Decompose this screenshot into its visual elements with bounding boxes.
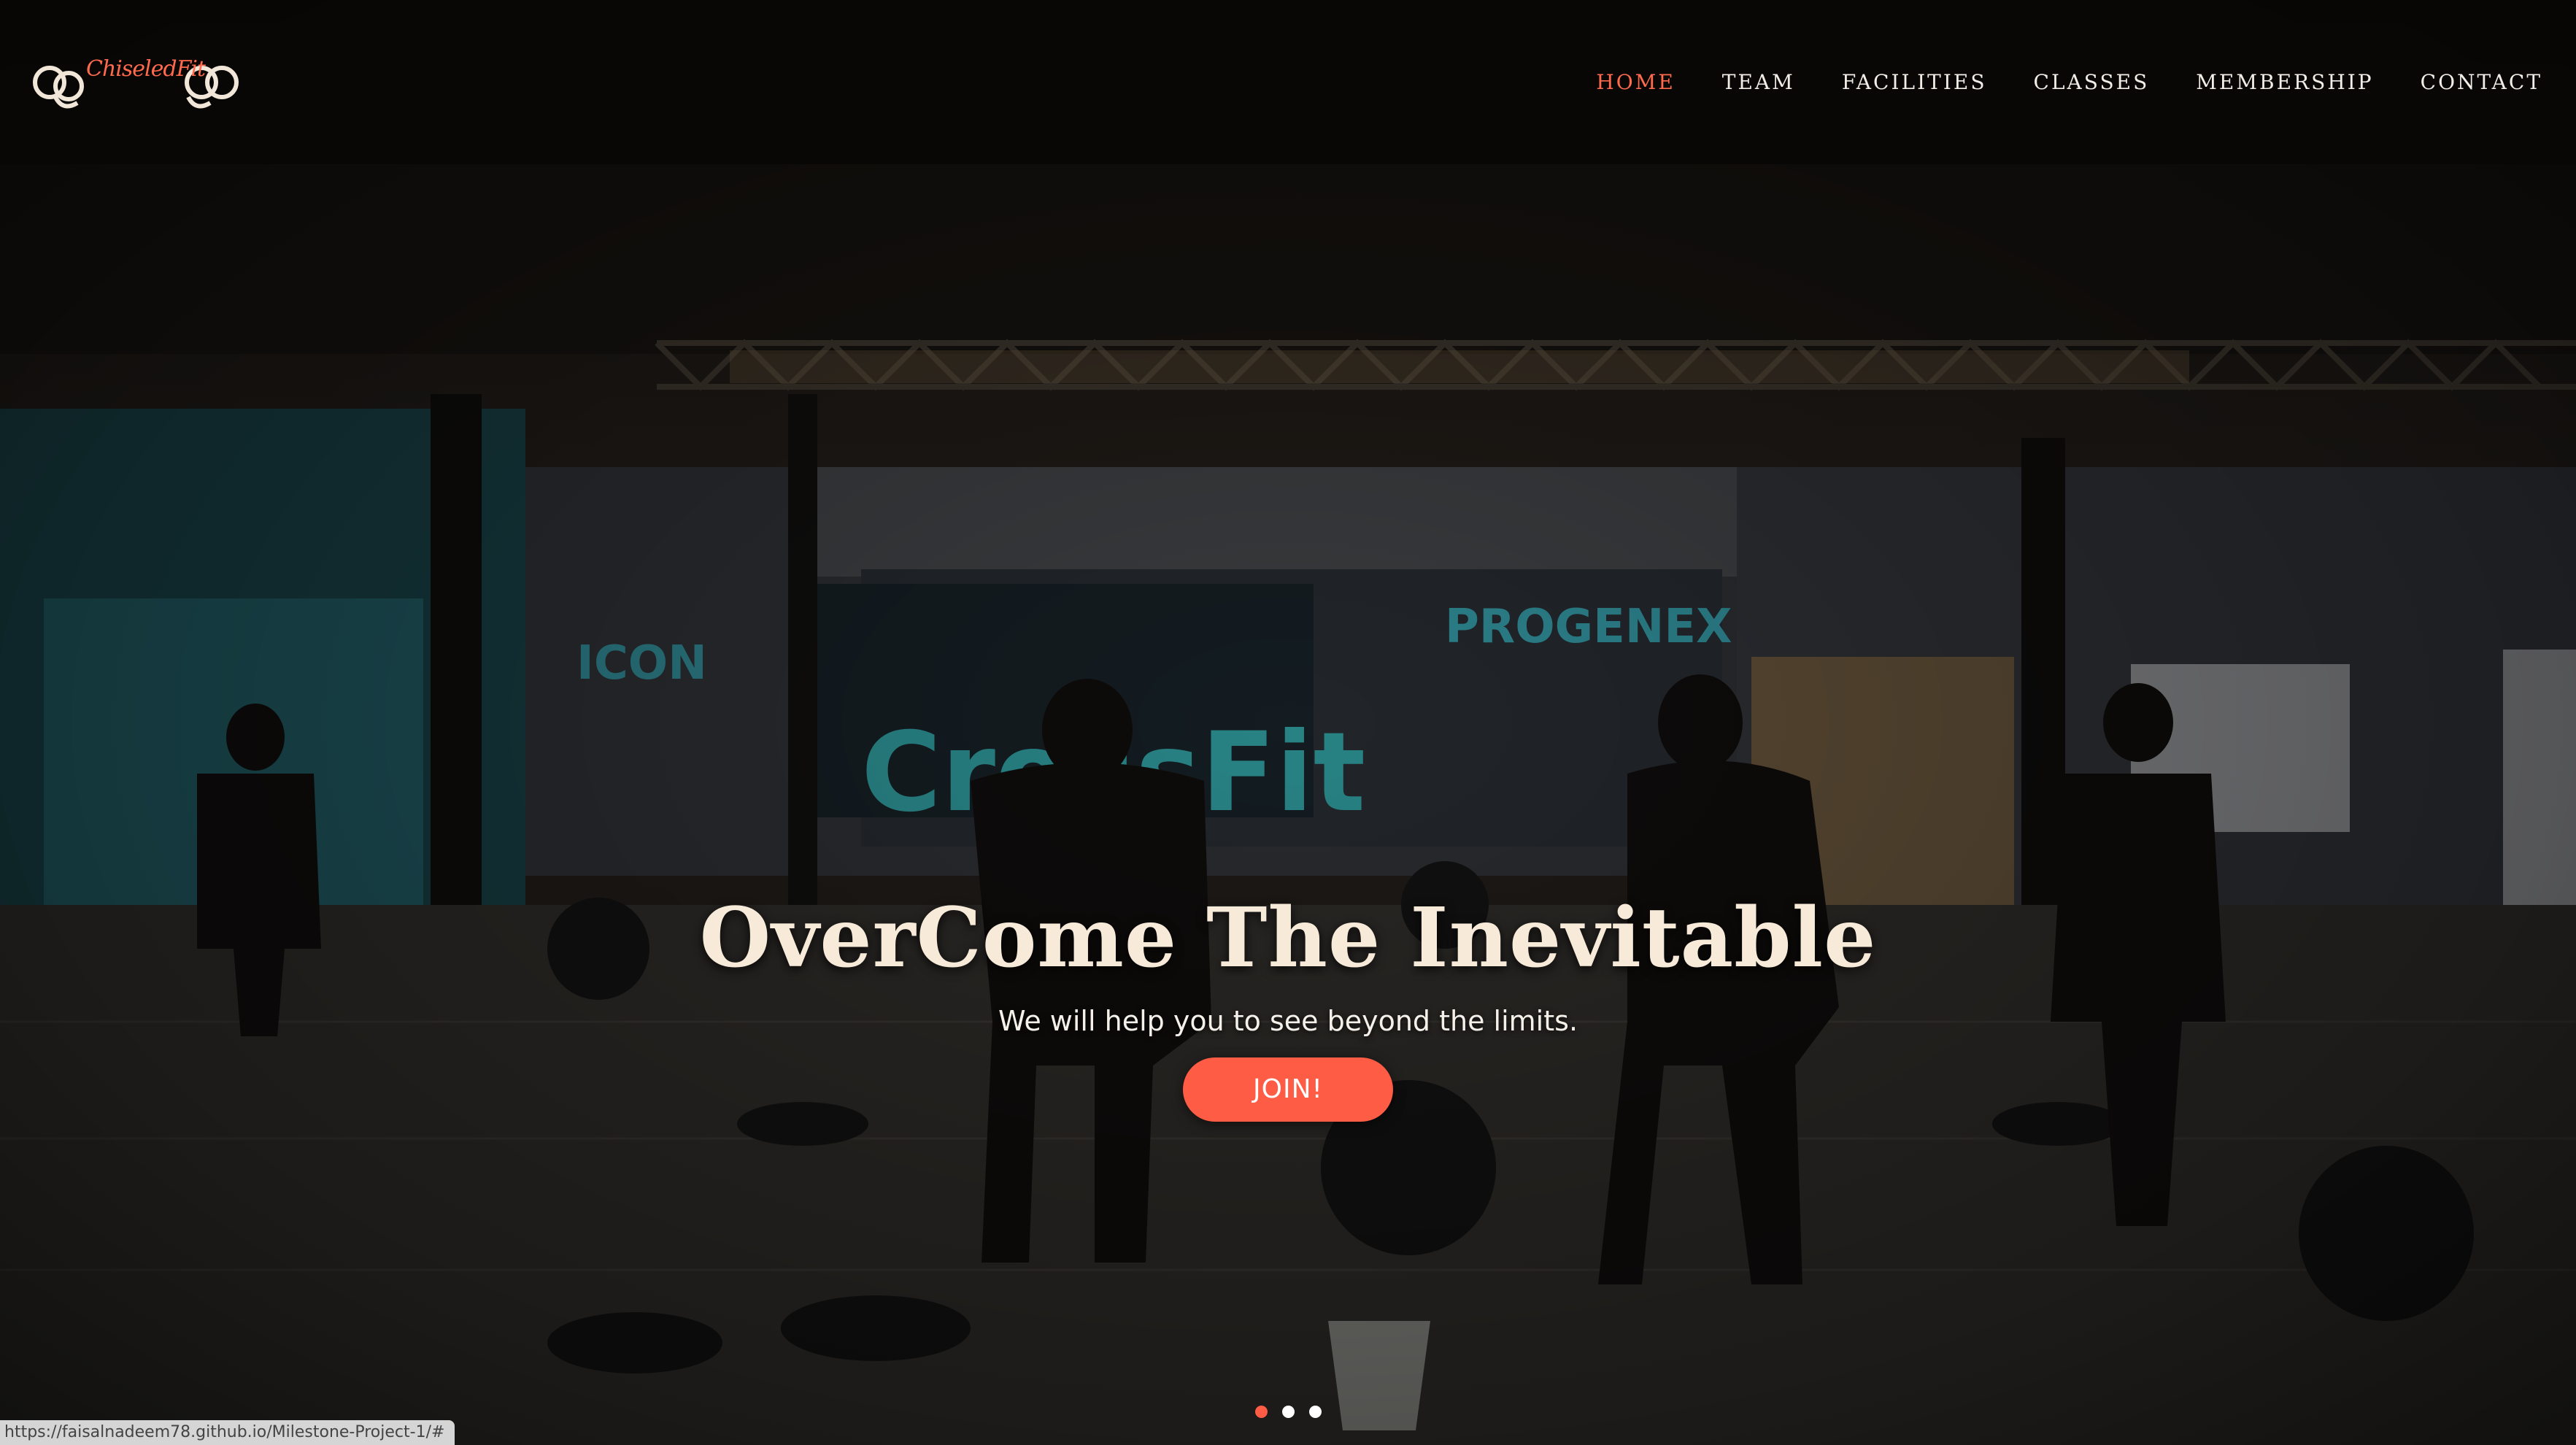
- nav-classes[interactable]: CLASSES: [2034, 70, 2150, 94]
- join-button[interactable]: JOIN!: [1183, 1057, 1393, 1122]
- hero-content: OverCome The Inevitable We will help you…: [0, 890, 2576, 1122]
- main-nav: HOME TEAM FACILITIES CLASSES MEMBERSHIP …: [1549, 70, 2542, 94]
- carousel-indicators: [0, 1406, 2576, 1418]
- nav-membership[interactable]: MEMBERSHIP: [2196, 70, 2373, 94]
- logo-text: ChiseledFit: [86, 55, 206, 82]
- nav-contact[interactable]: CONTACT: [2421, 70, 2542, 94]
- nav-facilities[interactable]: FACILITIES: [1842, 70, 1987, 94]
- status-bar-url: https://faisalnadeem78.github.io/Milesto…: [0, 1420, 455, 1445]
- carousel-dot-3[interactable]: [1308, 1406, 1322, 1418]
- navbar: ChiseledFit HOME TEAM FACILITIES CLASSES…: [0, 0, 2576, 164]
- hero-background: CrossFit ICON PROGENEX: [0, 0, 2576, 1445]
- nav-home[interactable]: HOME: [1596, 70, 1675, 94]
- hero-title: OverCome The Inevitable: [699, 890, 1877, 986]
- hero-overlay: [0, 0, 2576, 1445]
- nav-team[interactable]: TEAM: [1722, 70, 1795, 94]
- carousel-dot-1[interactable]: [1254, 1406, 1268, 1418]
- logo[interactable]: ChiseledFit: [26, 46, 245, 119]
- hero-subtitle: We will help you to see beyond the limit…: [998, 1005, 1578, 1037]
- carousel-dot-2[interactable]: [1281, 1406, 1295, 1418]
